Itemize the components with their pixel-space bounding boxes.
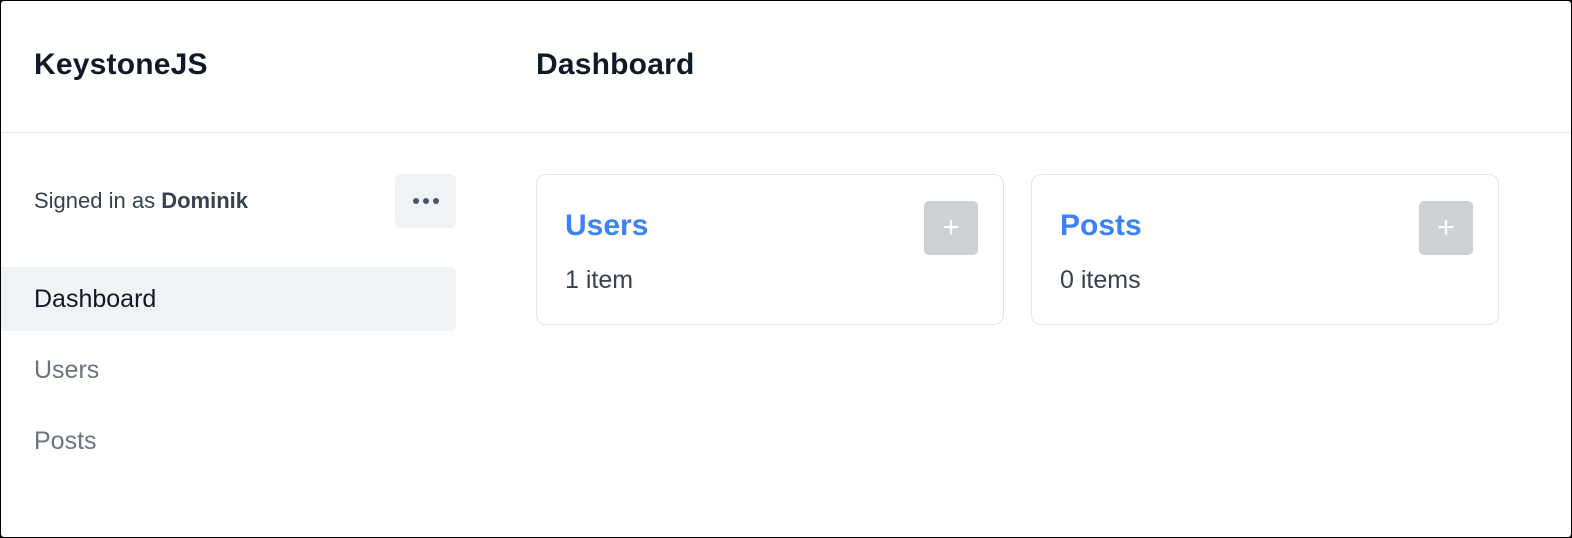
plus-icon: + xyxy=(1437,211,1455,244)
sidebar-item-users[interactable]: Users xyxy=(1,338,456,402)
create-user-button[interactable]: + xyxy=(924,201,978,255)
card-item-count: 0 items xyxy=(1060,266,1141,294)
signed-in-prefix: Signed in as xyxy=(34,188,156,213)
list-card-users: Users 1 item + xyxy=(536,174,1004,325)
sidebar-item-label: Posts xyxy=(34,426,97,455)
sidebar-item-dashboard[interactable]: Dashboard xyxy=(1,267,456,331)
plus-icon: + xyxy=(942,211,960,244)
signed-in-user: Dominik xyxy=(161,188,249,213)
card-title-link[interactable]: Posts xyxy=(1060,209,1142,243)
page-title: Dashboard xyxy=(536,48,695,81)
signed-in-status: Signed in as Dominik xyxy=(34,188,248,214)
header: KeystoneJS Dashboard xyxy=(1,1,1571,133)
list-card-posts: Posts 0 items + xyxy=(1031,174,1499,325)
sidebar-item-posts[interactable]: Posts xyxy=(1,409,456,473)
create-post-button[interactable]: + xyxy=(1419,201,1473,255)
sidebar-item-label: Dashboard xyxy=(34,284,157,313)
ellipsis-icon xyxy=(411,198,441,204)
sidebar-item-label: Users xyxy=(34,355,100,384)
card-title-link[interactable]: Users xyxy=(565,209,648,243)
brand-logo[interactable]: KeystoneJS xyxy=(34,48,208,82)
sidebar-nav: Dashboard Users Posts xyxy=(1,267,456,480)
more-options-button[interactable] xyxy=(395,174,456,228)
card-item-count: 1 item xyxy=(565,266,634,294)
app-window: KeystoneJS Dashboard Signed in as Domini… xyxy=(1,1,1571,537)
